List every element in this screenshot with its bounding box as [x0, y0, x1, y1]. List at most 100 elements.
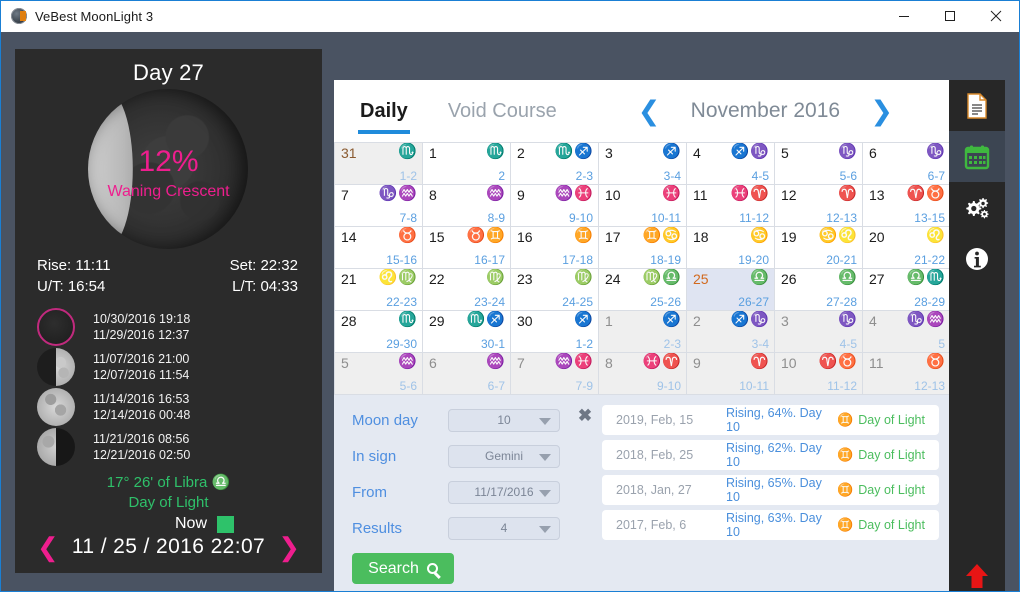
search-form: Moon day 10 In sign Gemini From 11/17/20… — [346, 405, 574, 591]
chevron-right-icon[interactable]: ❯ — [272, 534, 306, 560]
search-button[interactable]: Search — [352, 553, 454, 584]
rail-item-info[interactable] — [949, 233, 1005, 284]
moon-day-select[interactable]: 10 — [448, 408, 560, 432]
phase-date-2: 12/07/2016 11:54 — [93, 368, 190, 382]
close-search-icon[interactable]: ✖ — [574, 407, 596, 591]
calendar-cell[interactable]: 20 ♌ 21-22 — [863, 227, 951, 269]
result-row[interactable]: 2017, Feb, 6 Rising, 63%. Day 10 ♊ Day of L… — [602, 510, 939, 540]
calendar-cell[interactable]: 9 ♈ 10-11 — [687, 353, 775, 395]
zodiac-sign-icon: ♍ — [486, 269, 506, 286]
calendar-cell[interactable]: 8 ♓♈ 9-10 — [599, 353, 687, 395]
result-row[interactable]: 2018, Feb, 25 Rising, 62%. Day 10 ♊ Day of … — [602, 440, 939, 470]
zodiac-position: 17° 26' of Libra ♎ — [106, 474, 231, 491]
calendar-cell[interactable]: 31 ♏ 1-2 — [335, 143, 423, 185]
calendar-cell[interactable]: 5 ♒ 5-6 — [335, 353, 423, 395]
zodiac-sign-icon: ♍♎ — [642, 269, 682, 286]
calendar-cell[interactable]: 23 ♍ 24-25 — [511, 269, 599, 311]
list-item[interactable]: 11/21/2016 08:56 12/21/2016 02:50 — [37, 427, 322, 467]
result-tag-label: Day of Light — [858, 413, 925, 427]
calendar-cell[interactable]: 21 ♌♍ 22-23 — [335, 269, 423, 311]
calendar-day-number: 6 — [429, 355, 437, 371]
phase-dates: 11/21/2016 08:56 12/21/2016 02:50 — [93, 431, 190, 463]
calendar-cell[interactable]: 7 ♒♓ 7-9 — [511, 353, 599, 395]
in-sign-select[interactable]: Gemini — [448, 444, 560, 468]
calendar-cell[interactable]: 16 ♊ 17-18 — [511, 227, 599, 269]
calendar-cell[interactable]: 13 ♈♉ 13-15 — [863, 185, 951, 227]
calendar-cell[interactable]: 10 ♓ 10-11 — [599, 185, 687, 227]
from-date-select[interactable]: 11/17/2016 — [448, 480, 560, 504]
calendar-cell[interactable]: 19 ♋♌ 20-21 — [775, 227, 863, 269]
calendar-cell[interactable]: 4 ♑♒ 5 — [863, 311, 951, 353]
results-label: Results — [352, 519, 403, 537]
calendar-cell[interactable]: 11 ♓♈ 11-12 — [687, 185, 775, 227]
zodiac-sign-icon: ♍ — [574, 269, 594, 286]
calendar-cell[interactable]: 3 ♐ 3-4 — [599, 143, 687, 185]
rail-item-calendar[interactable] — [949, 131, 1005, 182]
calendar-cell[interactable]: 18 ♋ 19-20 — [687, 227, 775, 269]
calendar-cell[interactable]: 2 ♏♐ 2-3 — [511, 143, 599, 185]
calendar-icon — [964, 145, 990, 169]
result-tag: ♊ Day of Light — [837, 447, 925, 463]
rail-item-document[interactable] — [949, 80, 1005, 131]
rail-item-settings[interactable] — [949, 182, 1005, 233]
calendar-cell[interactable]: 29 ♏♐ 30-1 — [423, 311, 511, 353]
maximize-icon[interactable] — [927, 1, 973, 32]
calendar-cell[interactable]: 4 ♐♑ 4-5 — [687, 143, 775, 185]
calendar-cell[interactable]: 26 ♎ 27-28 — [775, 269, 863, 311]
phase-dates: 11/07/2016 21:00 12/07/2016 11:54 — [93, 351, 189, 383]
list-item[interactable]: 11/07/2016 21:00 12/07/2016 11:54 — [37, 347, 322, 387]
calendar-cell[interactable]: 7 ♑♒ 7-8 — [335, 185, 423, 227]
calendar-cell[interactable]: 10 ♈♉ 11-12 — [775, 353, 863, 395]
moon-day-range: 11-12 — [827, 379, 857, 393]
minimize-icon[interactable] — [881, 1, 927, 32]
calendar-day-number: 2 — [517, 145, 525, 161]
chevron-down-icon — [539, 526, 551, 533]
list-item[interactable]: 11/14/2016 16:53 12/14/2016 00:48 — [37, 387, 322, 427]
calendar-cell[interactable]: 1 ♏ 2 — [423, 143, 511, 185]
list-item[interactable]: 10/30/2016 19:18 11/29/2016 12:37 — [37, 307, 322, 347]
zodiac-sign-icon: ♈♉ — [818, 353, 858, 370]
app-body: Day 27 12% Waning Crescent Rise: 11:11 S… — [1, 32, 1019, 591]
close-icon[interactable] — [973, 1, 1019, 32]
chevron-left-icon[interactable]: ❮ — [31, 534, 65, 560]
rail-item-scroll-top[interactable] — [949, 548, 1005, 591]
moon-day-range: 2 — [498, 169, 505, 183]
tab-daily[interactable]: Daily — [356, 80, 412, 142]
current-date-time[interactable]: 11 / 25 / 2016 22:07 — [72, 535, 265, 559]
now-label: Now — [174, 515, 207, 532]
calendar-cell[interactable]: 5 ♑ 5-6 — [775, 143, 863, 185]
results-count-select[interactable]: 4 — [448, 516, 560, 540]
calendar-cell[interactable]: 27 ♎♏ 28-29 — [863, 269, 951, 311]
calendar-day-number: 26 — [781, 271, 797, 287]
calendar-cell[interactable]: 25 ♎ 26-27 — [687, 269, 775, 311]
date-navigator: ❮ 11 / 25 / 2016 22:07 ❯ — [31, 534, 306, 560]
calendar-cell[interactable]: 28 ♏ 29-30 — [335, 311, 423, 353]
calendar-cell[interactable]: 12 ♈ 12-13 — [775, 185, 863, 227]
tab-void-course[interactable]: Void Course — [444, 80, 561, 142]
result-row[interactable]: 2018, Jan, 27 Rising, 65%. Day 10 ♊ Day of … — [602, 475, 939, 505]
calendar-cell[interactable]: 8 ♒ 8-9 — [423, 185, 511, 227]
chevron-right-icon[interactable]: ❯ — [870, 98, 893, 125]
calendar-cell[interactable]: 15 ♉♊ 16-17 — [423, 227, 511, 269]
result-row[interactable]: 2019, Feb, 15 Rising, 64%. Day 10 ♊ Day of … — [602, 405, 939, 435]
calendar-cell[interactable]: 2 ♐♑ 3-4 — [687, 311, 775, 353]
calendar-cell[interactable]: 17 ♊♋ 18-19 — [599, 227, 687, 269]
calendar-cell[interactable]: 9 ♒♓ 9-10 — [511, 185, 599, 227]
zodiac-sign-icon: ♌ — [926, 227, 946, 244]
calendar-day-number: 17 — [605, 229, 621, 245]
calendar-cell[interactable]: 1 ♐ 2-3 — [599, 311, 687, 353]
calendar-cell[interactable]: 24 ♍♎ 25-26 — [599, 269, 687, 311]
calendar-cell[interactable]: 3 ♑ 4-5 — [775, 311, 863, 353]
calendar-day-number: 23 — [517, 271, 533, 287]
calendar-cell[interactable]: 11 ♉ 12-13 — [863, 353, 951, 395]
calendar-cell[interactable]: 22 ♍ 23-24 — [423, 269, 511, 311]
calendar-cell[interactable]: 30 ♐ 1-2 — [511, 311, 599, 353]
zodiac-sign-icon: ♑ — [838, 143, 858, 160]
calendar-cell[interactable]: 6 ♒ 6-7 — [423, 353, 511, 395]
chevron-left-icon[interactable]: ❮ — [638, 98, 661, 125]
calendar-day-number: 15 — [429, 229, 445, 245]
calendar-cell[interactable]: 6 ♑ 6-7 — [863, 143, 951, 185]
rise-set-row: Rise: 11:11 Set: 22:32 — [37, 255, 298, 276]
phase-date-1: 10/30/2016 19:18 — [93, 312, 191, 326]
calendar-cell[interactable]: 14 ♉ 15-16 — [335, 227, 423, 269]
